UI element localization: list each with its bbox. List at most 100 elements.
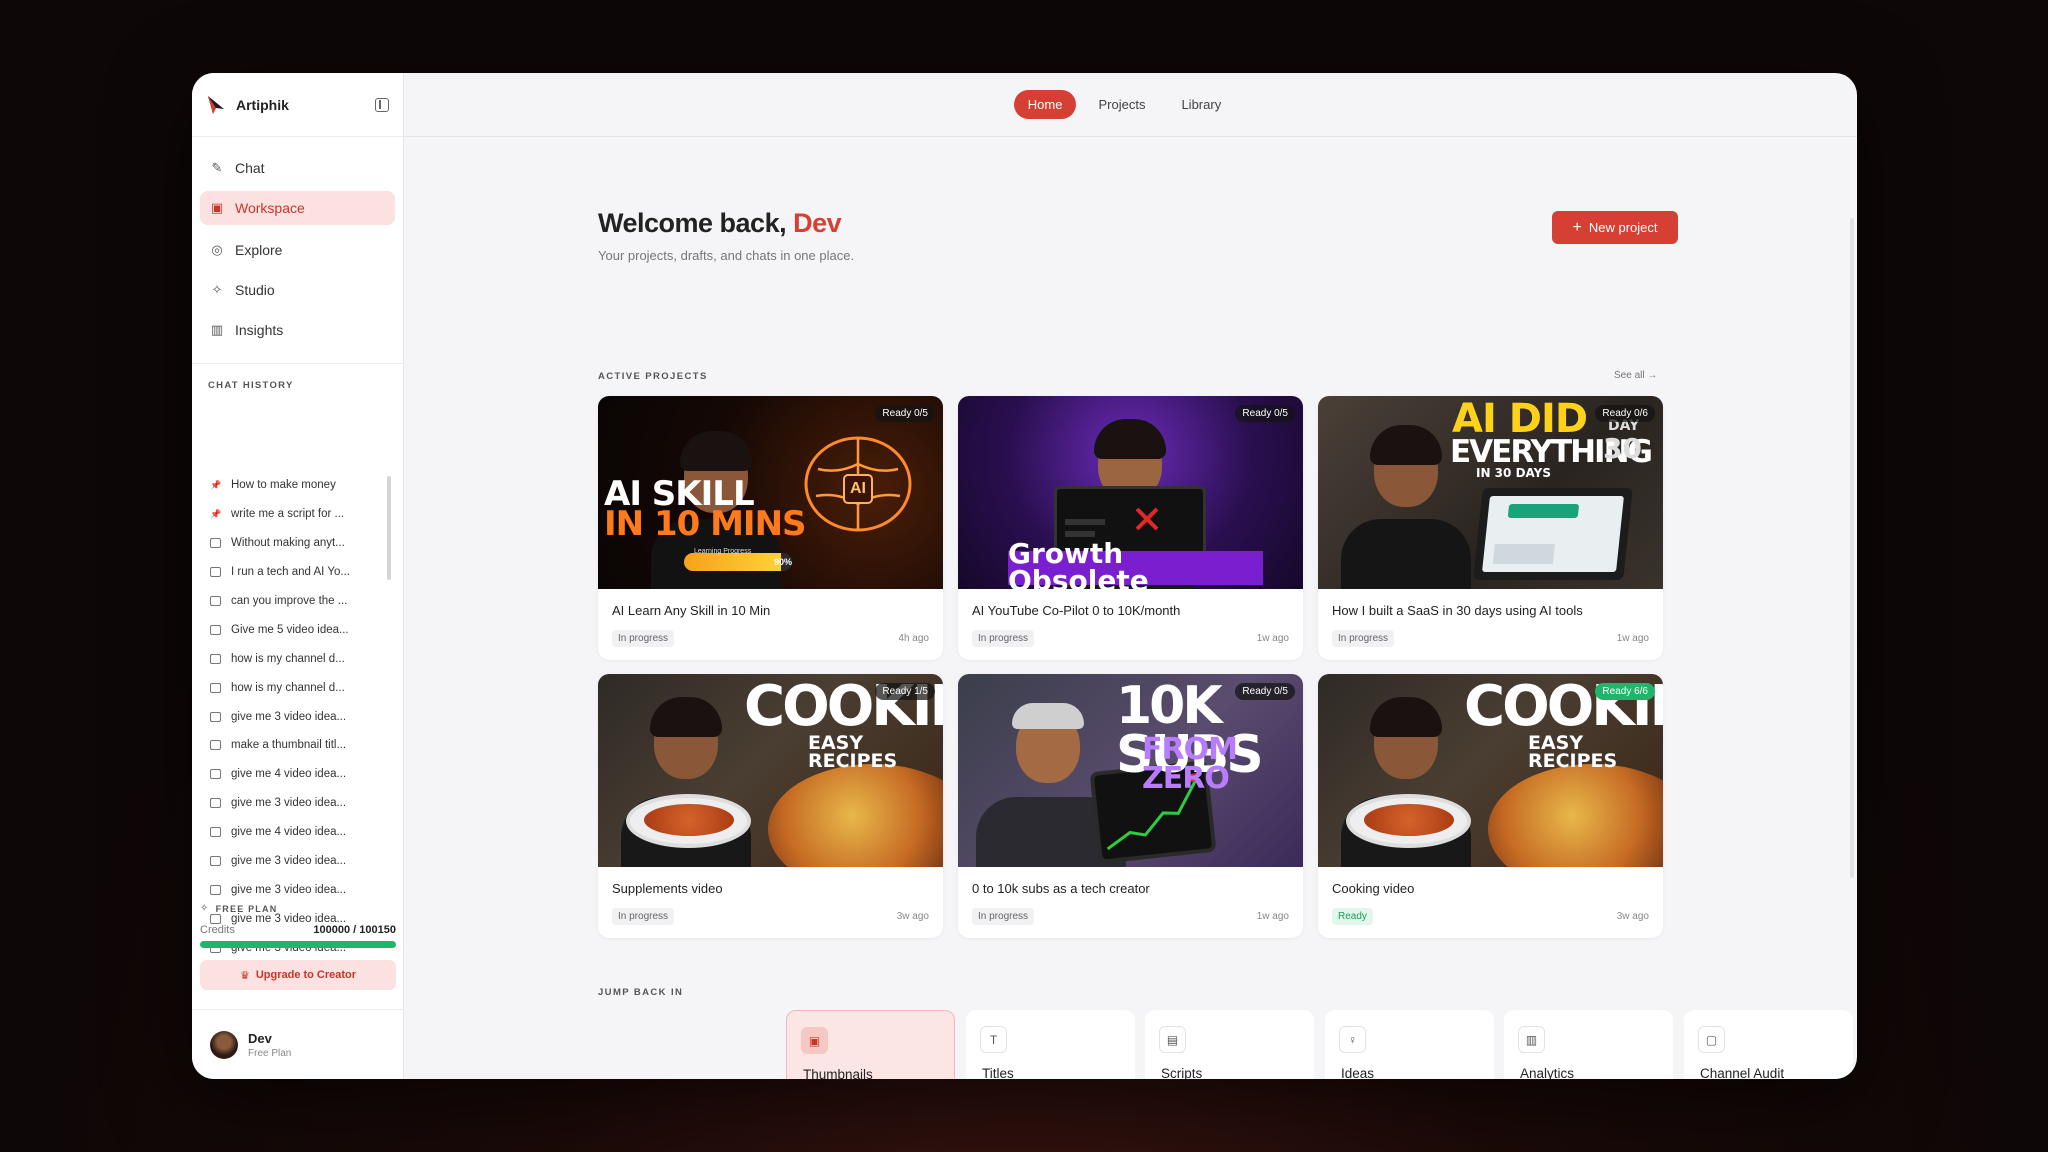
thumbnail-plate xyxy=(626,794,751,848)
thumbnail-food xyxy=(768,764,943,867)
chat-history-label: How to make money xyxy=(231,479,336,492)
plus-icon: + xyxy=(1572,218,1582,236)
jump-card-scripts[interactable]: ▤ScriptsDraft + iterate xyxy=(1145,1010,1314,1079)
jump-card-thumbnails[interactable]: ▣ThumbnailsDesign clickable thumbs xyxy=(786,1010,955,1079)
app-name: Artiphik xyxy=(236,96,289,113)
document-icon: ▤ xyxy=(1159,1026,1186,1053)
user-profile[interactable]: Dev Free Plan xyxy=(192,1009,404,1079)
pin-icon: 📌 xyxy=(210,480,222,491)
chat-history-item[interactable]: give me 3 video idea... xyxy=(210,702,384,731)
chat-history-label: give me 3 video idea... xyxy=(231,797,347,810)
top-tabs: Home Projects Library xyxy=(1013,90,1235,119)
page-subtitle: Your projects, drafts, and chats in one … xyxy=(598,248,855,263)
project-title: AI YouTube Co-Pilot 0 to 10K/month xyxy=(972,603,1181,618)
upgrade-button[interactable]: ♛ Upgrade to Creator xyxy=(200,960,396,990)
jump-card-titles[interactable]: TTitlesWrite hooky titles xyxy=(966,1010,1135,1079)
thumbnail-plate xyxy=(1346,794,1471,848)
lightbulb-icon: ♀ xyxy=(1339,1026,1366,1053)
chat-history-label: can you improve the ... xyxy=(231,595,348,607)
upgrade-label: Upgrade to Creator xyxy=(255,969,357,981)
new-project-button[interactable]: + New project xyxy=(1552,211,1678,244)
chat-bubble-icon xyxy=(210,711,221,722)
chat-history-item[interactable]: Give me 5 video idea... xyxy=(210,615,384,644)
status-chip: In progress xyxy=(972,630,1035,647)
see-all-link[interactable]: See all → xyxy=(1614,370,1657,381)
project-title: Cooking video xyxy=(1332,881,1415,896)
chat-history-title: CHAT HISTORY xyxy=(208,380,294,391)
thumbnail-headline: Growth Obsolete xyxy=(1008,537,1149,589)
chat-bubble-icon xyxy=(210,567,221,578)
timestamp: 3w ago xyxy=(1616,911,1649,922)
folder-icon: ▣ xyxy=(210,200,224,215)
plan-box: ✧ FREE PLAN Credits 100000 / 100150 ♛ Upgr… xyxy=(200,903,396,990)
status-chip: In progress xyxy=(612,908,675,925)
jump-card-analytics[interactable]: ▥AnalyticsSee what's working xyxy=(1504,1010,1673,1079)
sidebar-item-chat[interactable]: ✎ Chat xyxy=(200,151,395,185)
project-card[interactable]: COOKING EASY RECIPES Ready 1/5 Supplemen… xyxy=(598,674,943,938)
sidebar-item-explore[interactable]: ◎ Explore xyxy=(200,233,395,267)
thumbnail-food xyxy=(1488,764,1663,867)
chat-history-scrollbar[interactable] xyxy=(387,476,391,580)
chat-history-item[interactable]: can you improve the ... xyxy=(210,587,384,616)
chat-history-label: Without making anyt... xyxy=(231,537,345,550)
chat-history-item[interactable]: 📌 How to make money xyxy=(210,471,384,500)
sidebar-item-studio[interactable]: ✧ Studio xyxy=(200,273,395,307)
chat-history-item[interactable]: 📌 write me a script for ... xyxy=(210,500,384,529)
sidebar-toggle-icon[interactable] xyxy=(375,97,389,112)
project-card[interactable]: AI AI SKILL IN 10 MINS Learning Progress… xyxy=(598,396,943,660)
jump-card-ideas[interactable]: ♀IdeasBrainstorm next videos xyxy=(1325,1010,1494,1079)
compass-icon: ◎ xyxy=(211,242,223,257)
project-card[interactable]: 10K SUBS FROM ZERO Ready 0/5 0 to 10k su… xyxy=(958,674,1303,938)
chat-icon: ✎ xyxy=(211,160,223,175)
new-project-label: New project xyxy=(1588,220,1658,235)
chat-history-item[interactable]: give me 4 video idea... xyxy=(210,760,384,789)
chat-history-item[interactable]: I run a tech and AI Yo... xyxy=(210,558,384,587)
chat-history-item[interactable]: Without making anyt... xyxy=(210,529,384,558)
status-chip: In progress xyxy=(972,908,1035,925)
project-thumbnail: AI DID EVERYTHING IN 30 DAYS DAY 30 Read… xyxy=(1318,396,1663,589)
chat-history-label: how is my channel d... xyxy=(231,652,345,665)
chat-bubble-icon xyxy=(210,740,221,751)
project-card[interactable]: Growth Obsolete Ready 0/5 AI YouTube Co-… xyxy=(958,396,1303,660)
thumbnail-subheadline: IN 10 MINS xyxy=(604,504,807,544)
active-projects-label: ACTIVE PROJECTS xyxy=(598,371,708,382)
timestamp: 4h ago xyxy=(898,633,929,644)
main-content: Welcome back, Dev Your projects, drafts,… xyxy=(404,138,1857,1079)
project-card[interactable]: COOKING EASY RECIPES Ready 6/6 Cooking v… xyxy=(1318,674,1663,938)
chat-history-item[interactable]: give me 3 video idea... xyxy=(210,847,384,876)
status-chip: Ready xyxy=(1332,908,1373,925)
sidebar-item-insights[interactable]: ▥ Insights xyxy=(200,313,395,347)
main-scrollbar[interactable] xyxy=(1850,218,1854,878)
status-badge: Ready 0/5 xyxy=(1235,405,1295,422)
thumbnail-subheadline: EASY RECIPES xyxy=(808,732,898,773)
tab-library[interactable]: Library xyxy=(1167,90,1235,119)
sidebar-item-label: Insights xyxy=(235,322,284,338)
chat-history-item[interactable]: make a thumbnail titl... xyxy=(210,731,384,760)
chat-history-item[interactable]: give me 4 video idea... xyxy=(210,818,384,847)
welcome-name: Dev xyxy=(793,208,842,238)
artiphik-logo-icon xyxy=(208,95,224,114)
chat-history-item[interactable]: give me 3 video idea... xyxy=(210,789,384,818)
chat-history-item[interactable]: how is my channel d... xyxy=(210,673,384,702)
chat-bubble-icon xyxy=(210,827,221,838)
thumbnail-laptop xyxy=(1473,488,1633,580)
project-thumbnail: COOKING EASY RECIPES Ready 6/6 xyxy=(1318,674,1663,867)
chat-bubble-icon xyxy=(210,538,221,549)
tab-home[interactable]: Home xyxy=(1013,90,1077,119)
chat-bubble-icon xyxy=(210,682,221,693)
chat-history-label: I run a tech and AI Yo... xyxy=(231,566,350,579)
thumbnail-subheadline: EASY RECIPES xyxy=(1528,732,1618,773)
credits-row: Credits 100000 / 100150 xyxy=(200,924,396,936)
project-title: How I built a SaaS in 30 days using AI t… xyxy=(1332,603,1583,618)
timestamp: 1w ago xyxy=(1256,911,1289,922)
tab-projects[interactable]: Projects xyxy=(1084,90,1159,119)
chat-history-item[interactable]: how is my channel d... xyxy=(210,644,384,673)
jump-card-channel-audit[interactable]: ▢Channel AuditDiagnose your channel xyxy=(1684,1010,1853,1079)
sparkle-icon: ✧ xyxy=(200,903,210,914)
plan-name: FREE PLAN xyxy=(215,903,278,914)
thumbnail-headline: AI DID xyxy=(1452,396,1588,442)
project-card[interactable]: AI DID EVERYTHING IN 30 DAYS DAY 30 Read… xyxy=(1318,396,1663,660)
chat-history-item[interactable]: give me 3 video idea... xyxy=(210,875,384,904)
thumbnail-progress-value: 90% xyxy=(774,557,793,567)
sidebar-item-workspace[interactable]: ▣ Workspace xyxy=(200,191,395,225)
